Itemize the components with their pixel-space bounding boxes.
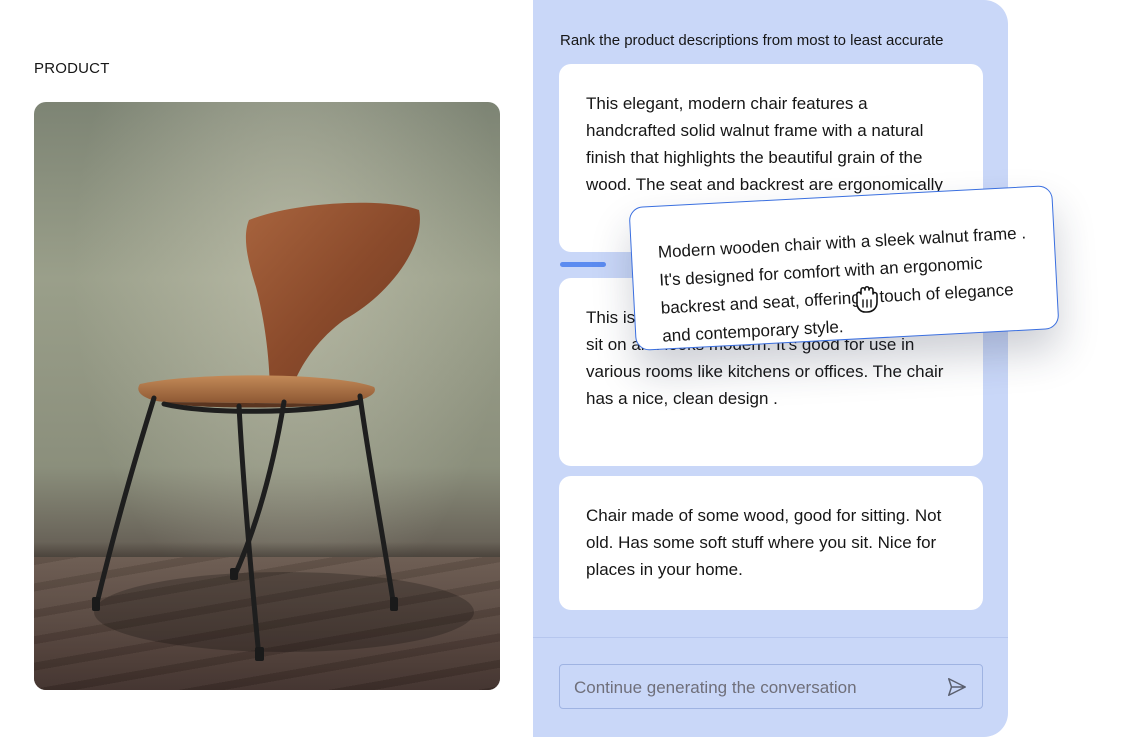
conversation-input[interactable] bbox=[572, 665, 936, 710]
send-icon[interactable] bbox=[946, 676, 968, 698]
drop-indicator bbox=[560, 262, 606, 267]
description-text-3: Chair made of some wood, good for sittin… bbox=[586, 506, 942, 579]
product-photo bbox=[34, 102, 500, 690]
chair-illustration bbox=[92, 202, 474, 661]
composer bbox=[559, 664, 983, 710]
product-label: PRODUCT bbox=[34, 60, 110, 77]
composer-divider bbox=[533, 637, 1008, 638]
ranking-panel: Rank the product descriptions from most … bbox=[533, 0, 1008, 737]
dragging-description-card[interactable]: Modern wooden chair with a sleek walnut … bbox=[628, 185, 1060, 351]
grab-cursor-icon bbox=[856, 285, 878, 313]
ranking-instruction: Rank the product descriptions from most … bbox=[560, 32, 944, 49]
description-text-1: This elegant, modern chair features a ha… bbox=[586, 94, 943, 194]
description-card-3[interactable]: Chair made of some wood, good for sittin… bbox=[559, 476, 983, 610]
dragging-description-text: Modern wooden chair with a sleek walnut … bbox=[657, 223, 1027, 346]
